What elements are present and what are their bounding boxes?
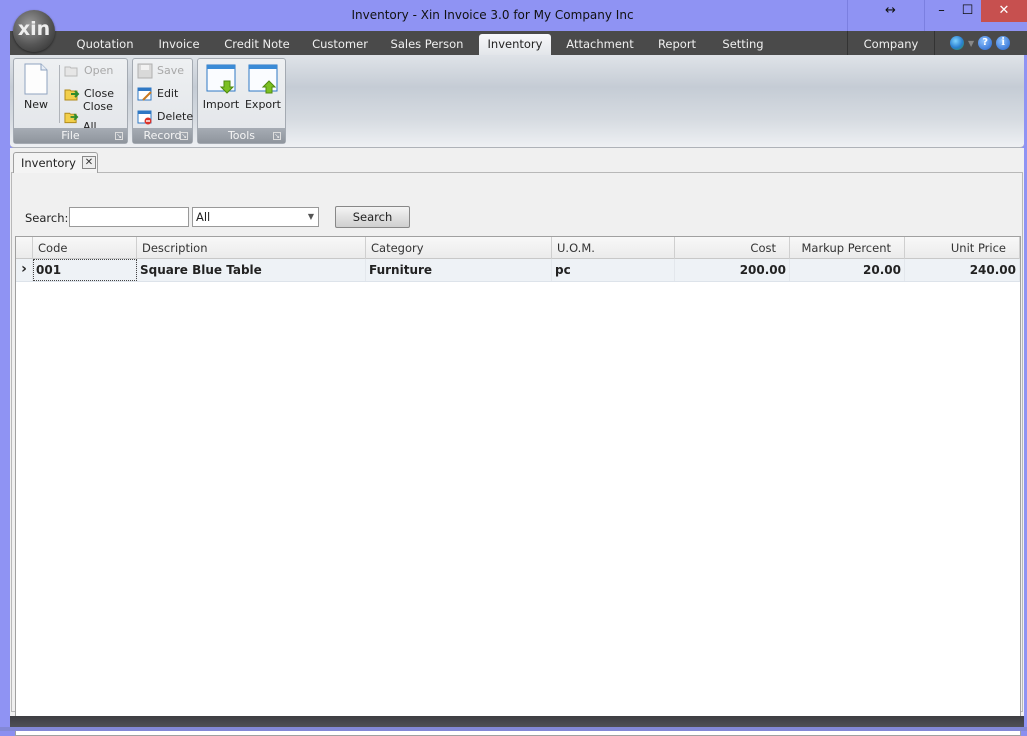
new-label: New (24, 98, 48, 111)
app-logo[interactable]: xin (13, 10, 55, 52)
inventory-grid: Code Description Category U.O.M. Cost Ma… (15, 236, 1021, 736)
column-header-uom[interactable]: U.O.M. (552, 237, 675, 259)
help-icon[interactable]: ? (978, 36, 993, 50)
column-header-category[interactable]: Category (366, 237, 552, 259)
folder-arrow-icon (64, 112, 79, 124)
ribbon-group-tools: Import Export Tools ↘ (197, 58, 286, 144)
group-label-file: File ↘ (14, 128, 127, 143)
folder-open-icon (64, 66, 78, 77)
ribbon-group-record: Save Edit Delete Record ↘ (132, 58, 193, 144)
export-button[interactable]: Export (243, 63, 283, 111)
minimize-button[interactable]: – (927, 0, 956, 22)
window-title: Inventory - Xin Invoice 3.0 for My Compa… (351, 8, 634, 22)
edit-window-icon (137, 87, 152, 101)
title-divider (924, 0, 925, 31)
group-label-tools: Tools ↘ (198, 128, 285, 143)
info-icon[interactable]: i (996, 36, 1011, 50)
app-window: Inventory - Xin Invoice 3.0 for My Compa… (0, 0, 1027, 736)
taskbar-strip (0, 727, 1027, 731)
cell-uom[interactable]: pc (552, 259, 675, 281)
close-all-button[interactable]: Close All (64, 100, 127, 133)
tab-report[interactable]: Report (649, 34, 705, 55)
search-label: Search: (25, 211, 69, 225)
floppy-disk-icon (137, 63, 153, 79)
delete-label: Delete (157, 110, 194, 123)
dialog-launcher-icon[interactable]: ↘ (180, 132, 188, 140)
column-header-description[interactable]: Description (137, 237, 366, 259)
column-header-unit-price[interactable]: Unit Price (905, 237, 1020, 259)
category-selected-value: All (196, 210, 211, 224)
company-button[interactable]: Company (847, 31, 935, 55)
separator (59, 65, 60, 123)
grid-header: Code Description Category U.O.M. Cost Ma… (16, 237, 1020, 259)
file-label: File (61, 129, 80, 142)
dropdown-arrow-icon[interactable]: ▼ (308, 208, 314, 226)
import-label: Import (202, 98, 240, 111)
row-header-corner (16, 237, 33, 259)
delete-window-icon (137, 110, 152, 125)
tab-setting[interactable]: Setting (715, 34, 771, 55)
globe-icon[interactable] (950, 36, 964, 50)
cell-cost[interactable]: 200.00 (675, 259, 790, 281)
content-area: Search: All ▼ Search Code Description Ca… (10, 148, 1024, 736)
import-icon (206, 64, 236, 94)
dialog-launcher-icon[interactable]: ↘ (273, 132, 281, 140)
save-button[interactable]: Save (137, 61, 184, 81)
tab-quotation[interactable]: Quotation (70, 34, 140, 55)
edit-button[interactable]: Edit (137, 84, 178, 104)
resize-icon[interactable]: ↔ (876, 0, 905, 22)
document-tab-label: Inventory (21, 156, 76, 170)
cell-code[interactable]: 001 (33, 259, 137, 281)
inventory-panel: Search: All ▼ Search Code Description Ca… (11, 172, 1023, 736)
close-tab-icon[interactable]: ✕ (82, 156, 96, 169)
chevron-down-icon[interactable]: ▼ (968, 39, 974, 48)
maximize-button[interactable]: ☐ (953, 0, 982, 22)
new-button[interactable]: New (18, 63, 54, 111)
tab-credit-note[interactable]: Credit Note (218, 34, 296, 55)
open-label: Open (84, 64, 114, 77)
folder-arrow-icon (64, 89, 80, 101)
table-row[interactable]: › 001 Square Blue Table Furniture pc 200… (16, 259, 1020, 282)
tab-inventory[interactable]: Inventory (479, 34, 551, 55)
cell-unit-price[interactable]: 240.00 (905, 259, 1020, 281)
ribbon: New Open Close Close All File ↘ Save Edi… (10, 55, 1024, 148)
dialog-launcher-icon[interactable]: ↘ (115, 132, 123, 140)
row-indicator-icon: › (16, 259, 33, 281)
column-header-markup-percent[interactable]: Markup Percent (790, 237, 905, 259)
import-button[interactable]: Import (202, 63, 240, 111)
category-select[interactable]: All ▼ (192, 207, 319, 227)
tab-sales-person[interactable]: Sales Person (384, 34, 470, 55)
ribbon-group-file: New Open Close Close All File ↘ (13, 58, 128, 144)
tab-attachment[interactable]: Attachment (561, 34, 639, 55)
column-header-code[interactable]: Code (33, 237, 137, 259)
menu-bar: Quotation Invoice Credit Note Customer S… (10, 31, 1027, 55)
tab-invoice[interactable]: Invoice (150, 34, 208, 55)
document-tab-inventory[interactable]: Inventory ✕ (13, 152, 98, 173)
export-label: Export (244, 98, 281, 111)
record-label: Record (143, 129, 182, 142)
new-document-icon (24, 63, 48, 95)
edit-label: Edit (157, 87, 179, 100)
title-bar: Inventory - Xin Invoice 3.0 for My Compa… (0, 0, 1027, 31)
column-header-cost[interactable]: Cost (675, 237, 790, 259)
cell-category[interactable]: Furniture (366, 259, 552, 281)
help-icons: ▼ ? i (950, 35, 1011, 51)
tools-label: Tools (227, 129, 256, 142)
cell-markup-percent[interactable]: 20.00 (790, 259, 905, 281)
delete-button[interactable]: Delete (137, 107, 193, 127)
save-label: Save (157, 64, 185, 77)
search-input[interactable] (69, 207, 189, 227)
cell-description[interactable]: Square Blue Table (137, 259, 366, 281)
group-label-record: Record ↘ (133, 128, 192, 143)
close-button[interactable]: ✕ (981, 0, 1027, 22)
open-button[interactable]: Open (64, 61, 113, 81)
tab-customer[interactable]: Customer (306, 34, 374, 55)
title-divider (847, 0, 848, 31)
search-button[interactable]: Search (335, 206, 410, 228)
export-icon (248, 64, 278, 94)
